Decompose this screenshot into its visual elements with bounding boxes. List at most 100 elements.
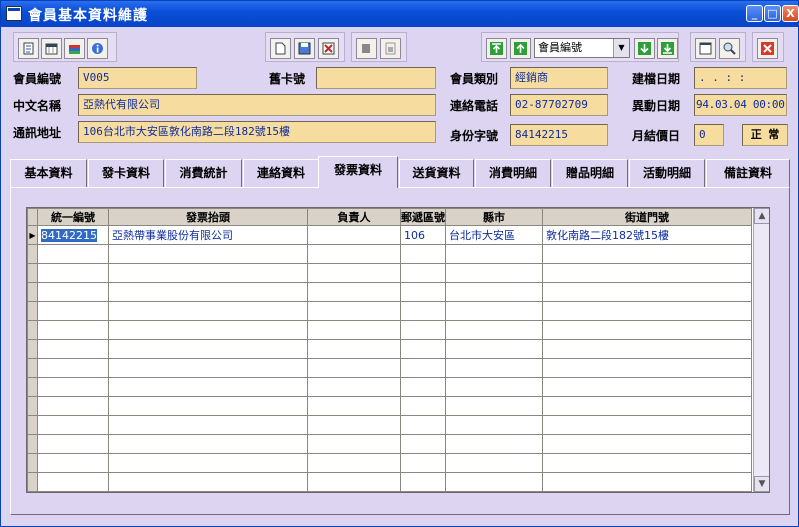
- table-cell[interactable]: [108, 396, 308, 416]
- next-icon[interactable]: [634, 38, 655, 59]
- table-cell[interactable]: [445, 415, 543, 435]
- phone-field[interactable]: 02-87702709: [510, 94, 608, 116]
- table-cell[interactable]: [108, 320, 308, 340]
- table-cell[interactable]: [542, 244, 752, 264]
- monthly-field[interactable]: 0: [694, 124, 724, 146]
- search-icon[interactable]: [719, 38, 740, 59]
- table-row[interactable]: [27, 434, 752, 454]
- table-cell[interactable]: [37, 358, 109, 378]
- table-cell[interactable]: [37, 377, 109, 397]
- delete-icon[interactable]: [318, 38, 339, 59]
- table-cell[interactable]: [445, 320, 543, 340]
- member-type-field[interactable]: 經銷商: [510, 67, 608, 89]
- table-cell[interactable]: [37, 339, 109, 359]
- undo-icon[interactable]: [356, 38, 377, 59]
- created-date-field[interactable]: . . : :: [694, 67, 787, 89]
- minimize-button[interactable]: _: [746, 5, 763, 22]
- tab-consumption-detail[interactable]: 消費明細: [475, 159, 551, 187]
- window-icon[interactable]: [695, 38, 716, 59]
- table-cell[interactable]: [307, 377, 401, 397]
- col-header-invoice-title[interactable]: 發票抬頭: [108, 208, 308, 226]
- table-cell[interactable]: [400, 377, 446, 397]
- table-cell[interactable]: [108, 453, 308, 473]
- close-button[interactable]: X: [782, 5, 799, 22]
- table-cell[interactable]: [400, 244, 446, 264]
- table-cell[interactable]: [400, 339, 446, 359]
- table-cell[interactable]: [542, 396, 752, 416]
- table-cell[interactable]: [542, 339, 752, 359]
- member-no-field[interactable]: V005: [78, 67, 197, 89]
- table-cell[interactable]: [445, 396, 543, 416]
- table-cell[interactable]: [307, 301, 401, 321]
- table-cell[interactable]: [445, 472, 543, 492]
- table-cell[interactable]: [445, 434, 543, 454]
- table-cell[interactable]: [445, 301, 543, 321]
- col-header-city[interactable]: 縣市: [445, 208, 543, 226]
- table-cell[interactable]: [542, 434, 752, 454]
- chevron-down-icon[interactable]: ▼: [613, 39, 629, 57]
- table-cell[interactable]: [108, 434, 308, 454]
- table-cell[interactable]: [542, 320, 752, 340]
- calendar-icon[interactable]: [41, 38, 62, 59]
- table-cell[interactable]: [542, 263, 752, 283]
- table-cell[interactable]: [445, 244, 543, 264]
- tab-notes[interactable]: 備註資料: [706, 159, 790, 187]
- scroll-up-icon[interactable]: ▲: [754, 208, 769, 224]
- table-row[interactable]: [27, 339, 752, 359]
- table-cell[interactable]: [37, 396, 109, 416]
- table-row[interactable]: [27, 415, 752, 435]
- prev-icon[interactable]: [510, 38, 531, 59]
- table-cell[interactable]: [400, 263, 446, 283]
- table-cell[interactable]: [307, 320, 401, 340]
- table-cell[interactable]: [108, 301, 308, 321]
- col-header-tax-id[interactable]: 統一編號: [37, 208, 109, 226]
- table-cell[interactable]: [108, 244, 308, 264]
- table-cell[interactable]: [400, 453, 446, 473]
- books-icon[interactable]: [64, 38, 85, 59]
- title-bar[interactable]: 會員基本資料維護 _ □ X: [1, 1, 799, 27]
- cell-city[interactable]: 台北市大安區: [445, 225, 543, 245]
- table-cell[interactable]: [108, 415, 308, 435]
- table-row[interactable]: [27, 472, 752, 492]
- table-cell[interactable]: [307, 339, 401, 359]
- changed-date-field[interactable]: 94.03.04 00:00:00: [694, 94, 787, 116]
- search-field-dropdown[interactable]: 會員編號 ▼: [534, 38, 630, 58]
- cell-owner[interactable]: [307, 225, 401, 245]
- table-cell[interactable]: [37, 453, 109, 473]
- tab-gift-detail[interactable]: 贈品明細: [552, 159, 628, 187]
- tab-consumption-stats[interactable]: 消費統計: [165, 159, 242, 187]
- table-row[interactable]: ▶ 84142215 亞熱帶事業股份有限公司 106 台北市大安區 敦化南路二段…: [27, 225, 752, 245]
- last-icon[interactable]: [657, 38, 678, 59]
- tab-contact[interactable]: 連絡資料: [243, 159, 319, 187]
- table-cell[interactable]: [307, 396, 401, 416]
- table-cell[interactable]: [400, 396, 446, 416]
- col-header-street[interactable]: 街道門號: [542, 208, 752, 226]
- table-cell[interactable]: [542, 472, 752, 492]
- table-cell[interactable]: [542, 301, 752, 321]
- table-cell[interactable]: [307, 434, 401, 454]
- table-cell[interactable]: [307, 263, 401, 283]
- table-row[interactable]: [27, 282, 752, 302]
- table-cell[interactable]: [400, 415, 446, 435]
- old-card-field[interactable]: [316, 67, 436, 89]
- tab-card[interactable]: 發卡資料: [88, 159, 164, 187]
- vertical-scrollbar[interactable]: ▲ ▼: [753, 208, 769, 492]
- invoice-grid[interactable]: 統一編號 發票抬頭 負責人 郵遞區號 縣市 街道門號 ▶ 84142215 亞熱…: [26, 207, 770, 493]
- idno-field[interactable]: 84142215: [510, 124, 608, 146]
- table-cell[interactable]: [108, 377, 308, 397]
- table-cell[interactable]: [307, 415, 401, 435]
- table-row[interactable]: [27, 320, 752, 340]
- table-row[interactable]: [27, 301, 752, 321]
- tab-invoice[interactable]: 發票資料: [318, 156, 398, 188]
- table-cell[interactable]: [37, 263, 109, 283]
- table-cell[interactable]: [400, 358, 446, 378]
- table-cell[interactable]: [542, 358, 752, 378]
- table-row[interactable]: [27, 358, 752, 378]
- tab-activity-detail[interactable]: 活動明細: [629, 159, 705, 187]
- table-row[interactable]: [27, 263, 752, 283]
- table-cell[interactable]: [108, 263, 308, 283]
- table-cell[interactable]: [542, 282, 752, 302]
- new-icon[interactable]: [270, 38, 291, 59]
- address-field[interactable]: 106台北市大安區敦化南路二段182號15樓: [78, 121, 436, 143]
- table-cell[interactable]: [445, 263, 543, 283]
